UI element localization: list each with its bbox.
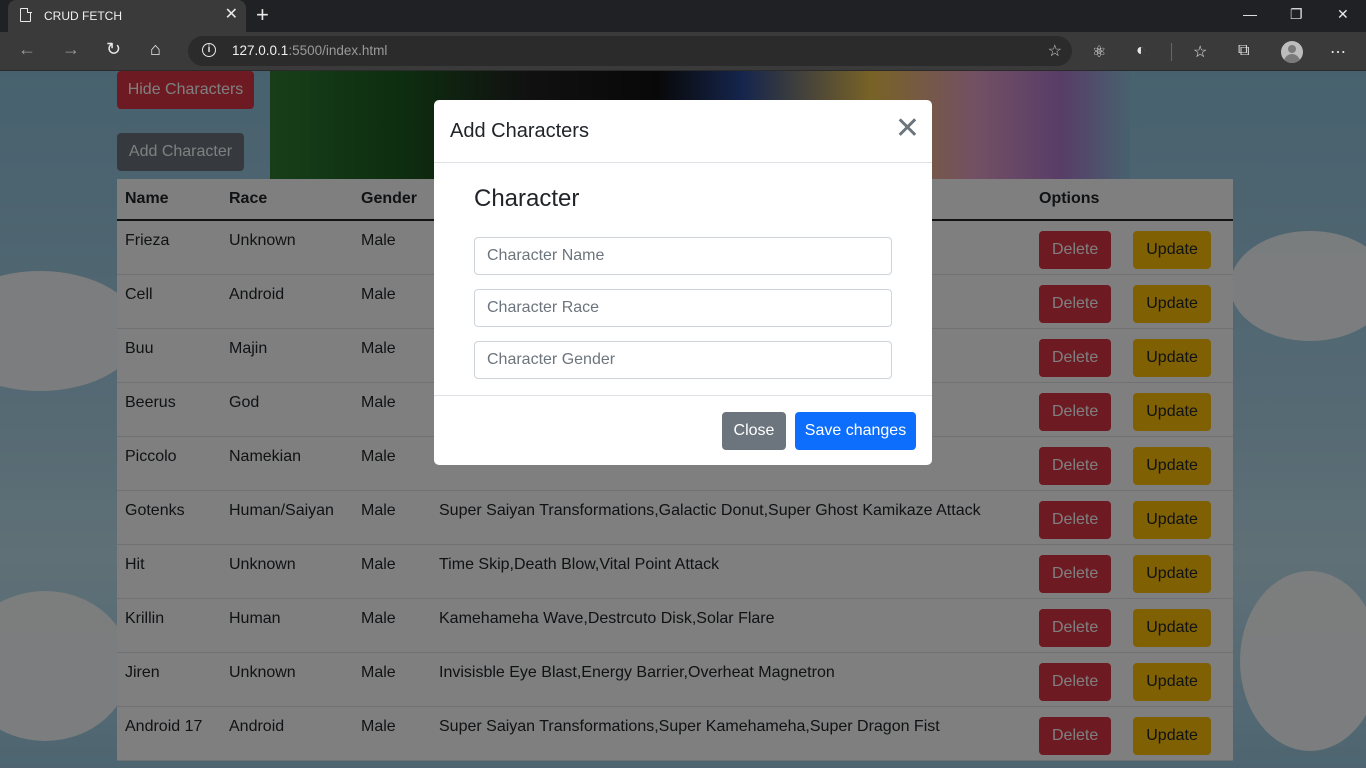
modal-header: Add Characters ✕ [434,100,932,163]
favorites-icon[interactable]: ☆ [1193,42,1207,62]
browser-tab[interactable]: CRUD FETCH ✕ [8,0,246,32]
new-tab-icon[interactable]: + [256,4,269,26]
more-icon[interactable]: ⋯ [1330,42,1346,62]
restore-icon[interactable]: ❐ [1290,6,1303,23]
profile-avatar[interactable] [1281,41,1303,63]
url-host: 127.0.0.1 [232,43,289,58]
minimize-icon[interactable]: — [1243,6,1257,22]
react-devtools-icon[interactable]: ⚛ [1092,42,1106,62]
save-changes-button[interactable]: Save changes [795,412,916,450]
forward-icon[interactable]: → [62,39,80,60]
add-characters-modal: Add Characters ✕ Character Close Save ch… [434,100,932,465]
modal-footer: Close Save changes [434,395,932,466]
browser-tab-bar: CRUD FETCH ✕ + — ❐ ✕ [0,0,1366,32]
back-icon[interactable]: ← [18,39,36,60]
character-gender-input[interactable] [474,341,892,379]
url-path: :5500/index.html [288,43,388,58]
collections-icon[interactable]: ⧉ [1238,42,1249,60]
tab-title: CRUD FETCH [44,9,122,23]
toolbar-separator [1171,43,1172,61]
page-icon [20,7,32,22]
url-text[interactable]: 127.0.0.1:5500/index.html [232,43,387,58]
close-button[interactable]: Close [722,412,786,450]
browser-toolbar: ← → ↻ ⌂ i 127.0.0.1:5500/index.html ☆ ⚛ … [0,32,1366,71]
modal-subtitle: Character [474,185,580,212]
close-modal-icon[interactable]: ✕ [895,114,920,144]
address-bar[interactable]: i 127.0.0.1:5500/index.html ☆ [188,36,1072,66]
close-tab-icon[interactable]: ✕ [225,6,238,24]
favorite-icon[interactable]: ☆ [1048,41,1062,61]
character-name-input[interactable] [474,237,892,275]
close-window-icon[interactable]: ✕ [1337,6,1349,23]
reload-icon[interactable]: ↻ [106,39,121,60]
modal-title: Add Characters [450,120,589,142]
home-icon[interactable]: ⌂ [150,39,161,60]
extension-icon[interactable]: ◐ [1136,42,1146,60]
site-info-icon[interactable]: i [202,43,216,57]
character-race-input[interactable] [474,289,892,327]
